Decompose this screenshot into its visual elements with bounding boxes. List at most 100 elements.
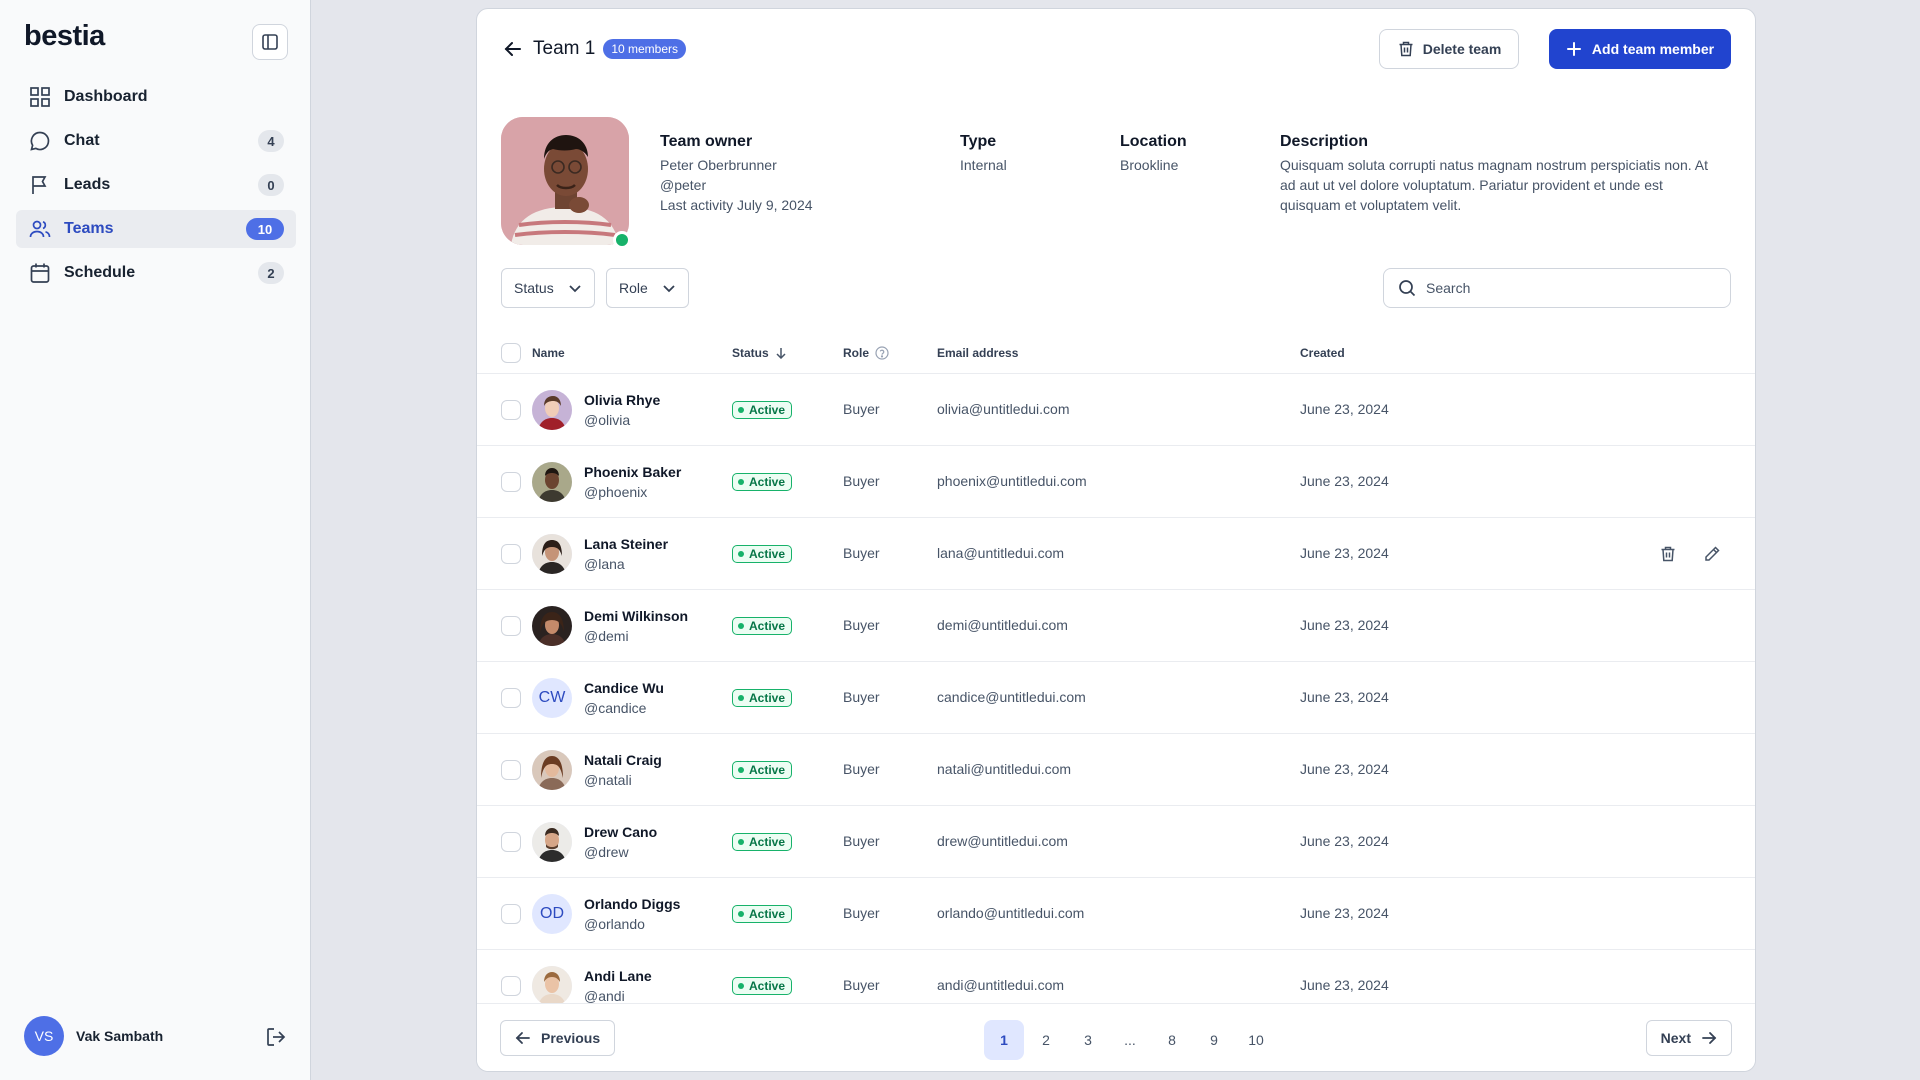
page-number[interactable]: 10 bbox=[1236, 1020, 1276, 1060]
member-email: candice@untitledui.com bbox=[937, 689, 1086, 705]
avatar: VS bbox=[24, 1016, 64, 1056]
status-badge: Active bbox=[732, 761, 793, 779]
current-user[interactable]: VS Vak Sambath bbox=[24, 1016, 163, 1056]
member-handle: @lana bbox=[584, 556, 625, 572]
row-checkbox[interactable] bbox=[501, 544, 521, 564]
member-role: Buyer bbox=[843, 545, 880, 561]
member-created: June 23, 2024 bbox=[1300, 977, 1389, 993]
status-badge: Active bbox=[732, 473, 793, 491]
member-created: June 23, 2024 bbox=[1300, 401, 1389, 417]
chevron-down-icon bbox=[569, 285, 581, 293]
back-button[interactable] bbox=[501, 37, 525, 61]
sidebar-item-teams[interactable]: Teams 10 bbox=[16, 210, 296, 248]
avatar bbox=[532, 462, 572, 502]
avatar bbox=[532, 822, 572, 862]
next-page-button[interactable]: Next bbox=[1645, 1020, 1732, 1056]
status-badge: Active bbox=[732, 401, 793, 419]
member-handle: @drew bbox=[584, 844, 629, 860]
delete-row-button[interactable] bbox=[1656, 542, 1680, 566]
row-checkbox[interactable] bbox=[501, 472, 521, 492]
table-row[interactable]: Lana Steiner @lana Active Buyer lana@unt… bbox=[477, 518, 1755, 590]
sidebar-item-chat[interactable]: Chat 4 bbox=[16, 122, 296, 160]
member-email: orlando@untitledui.com bbox=[937, 905, 1085, 921]
row-checkbox[interactable] bbox=[501, 688, 521, 708]
sidebar-item-leads[interactable]: Leads 0 bbox=[16, 166, 296, 204]
role-filter-dropdown[interactable]: Role bbox=[606, 268, 689, 308]
sidebar-item-dashboard[interactable]: Dashboard bbox=[16, 78, 296, 116]
table-row[interactable]: Phoenix Baker @phoenix Active Buyer phoe… bbox=[477, 446, 1755, 518]
row-checkbox[interactable] bbox=[501, 976, 521, 996]
logo[interactable]: bestia bbox=[24, 20, 105, 53]
table-row[interactable]: Drew Cano @drew Active Buyer drew@untitl… bbox=[477, 806, 1755, 878]
member-created: June 23, 2024 bbox=[1300, 545, 1389, 561]
page-number[interactable]: 8 bbox=[1152, 1020, 1192, 1060]
user-name: Vak Sambath bbox=[76, 1028, 164, 1044]
online-status-dot bbox=[613, 231, 631, 249]
status-badge: Active bbox=[732, 833, 793, 851]
status-badge: Active bbox=[732, 689, 793, 707]
column-created[interactable]: Created bbox=[1300, 346, 1345, 360]
member-role: Buyer bbox=[843, 473, 880, 489]
member-role: Buyer bbox=[843, 977, 880, 993]
member-created: June 23, 2024 bbox=[1300, 689, 1389, 705]
table-row[interactable]: CW Candice Wu @candice Active Buyer cand… bbox=[477, 662, 1755, 734]
page-number[interactable]: 1 bbox=[984, 1020, 1024, 1060]
description-value: Quisquam soluta corrupti natus magnam no… bbox=[1280, 157, 1708, 213]
status-filter-dropdown[interactable]: Status bbox=[501, 268, 595, 308]
search-input[interactable] bbox=[1426, 280, 1716, 296]
member-role: Buyer bbox=[843, 401, 880, 417]
column-role[interactable]: Role bbox=[843, 346, 889, 360]
table-row[interactable]: Natali Craig @natali Active Buyer natali… bbox=[477, 734, 1755, 806]
sidebar-item-schedule[interactable]: Schedule 2 bbox=[16, 254, 296, 292]
pencil-icon bbox=[1705, 546, 1720, 561]
add-team-member-button[interactable]: Add team member bbox=[1549, 29, 1731, 69]
row-checkbox[interactable] bbox=[501, 616, 521, 636]
row-checkbox[interactable] bbox=[501, 400, 521, 420]
sidebar-nav: Dashboard Chat 4 Leads 0 Teams 10 Schedu… bbox=[16, 78, 296, 298]
sidebar-item-label: Dashboard bbox=[64, 88, 148, 105]
logout-icon bbox=[267, 1028, 286, 1046]
member-role: Buyer bbox=[843, 689, 880, 705]
column-email[interactable]: Email address bbox=[937, 346, 1018, 360]
table-row[interactable]: Olivia Rhye @olivia Active Buyer olivia@… bbox=[477, 374, 1755, 446]
sidebar-toggle-button[interactable] bbox=[252, 24, 288, 60]
table-row[interactable]: OD Orlando Diggs @orlando Active Buyer o… bbox=[477, 878, 1755, 950]
page-ellipsis: ... bbox=[1124, 1032, 1136, 1048]
table-row[interactable]: Demi Wilkinson @demi Active Buyer demi@u… bbox=[477, 590, 1755, 662]
column-status[interactable]: Status bbox=[732, 346, 787, 360]
page-number[interactable]: 9 bbox=[1194, 1020, 1234, 1060]
delete-team-button[interactable]: Delete team bbox=[1379, 29, 1519, 69]
member-name: Drew Cano bbox=[584, 824, 658, 840]
member-email: phoenix@untitledui.com bbox=[937, 473, 1087, 489]
column-name[interactable]: Name bbox=[532, 346, 565, 360]
sidebar-item-label: Leads bbox=[64, 176, 111, 193]
row-checkbox[interactable] bbox=[501, 832, 521, 852]
member-handle: @phoenix bbox=[584, 484, 648, 500]
avatar bbox=[532, 606, 572, 646]
member-created: June 23, 2024 bbox=[1300, 905, 1389, 921]
member-created: June 23, 2024 bbox=[1300, 473, 1389, 489]
sidebar-item-label: Chat bbox=[64, 132, 100, 149]
page-number[interactable]: 3 bbox=[1068, 1020, 1108, 1060]
avatar bbox=[532, 966, 572, 1006]
location-value: Brookline bbox=[1120, 157, 1179, 173]
search-field[interactable] bbox=[1383, 268, 1731, 308]
count-badge: 2 bbox=[258, 262, 284, 284]
edit-row-button[interactable] bbox=[1700, 542, 1724, 566]
members-badge: 10 members bbox=[603, 39, 687, 59]
sidebar-item-label: Schedule bbox=[64, 264, 136, 281]
avatar bbox=[532, 750, 572, 790]
row-checkbox[interactable] bbox=[501, 760, 521, 780]
arrow-down-icon bbox=[776, 348, 786, 359]
count-badge: 10 bbox=[246, 218, 284, 240]
select-all-checkbox[interactable] bbox=[501, 343, 521, 363]
avatar bbox=[532, 390, 572, 430]
page-number[interactable]: 2 bbox=[1026, 1020, 1066, 1060]
logout-button[interactable] bbox=[263, 1024, 289, 1050]
member-handle: @andi bbox=[584, 988, 625, 1004]
member-email: lana@untitledui.com bbox=[937, 545, 1065, 561]
chat-icon bbox=[28, 129, 52, 153]
row-checkbox[interactable] bbox=[501, 904, 521, 924]
previous-page-button[interactable]: Previous bbox=[500, 1020, 616, 1056]
sidebar: bestia Dashboard Chat 4 Leads 0 Teams 10… bbox=[0, 0, 311, 1080]
